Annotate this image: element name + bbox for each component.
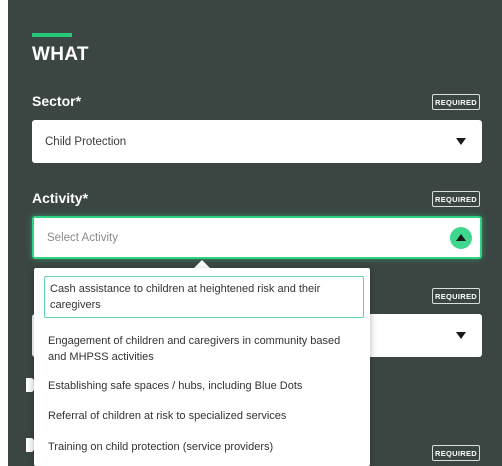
activity-dropdown-menu: Cash assistance to children at heightene…: [34, 268, 370, 466]
chevron-down-icon: [456, 332, 466, 339]
section-title: WHAT: [32, 44, 89, 65]
last-field-required-badge: REQUIRED: [432, 445, 480, 461]
activity-option[interactable]: Cash assistance to children at heightene…: [44, 276, 364, 318]
section-accent-bar: [32, 33, 72, 37]
activity-option[interactable]: Referral of children at risk to speciali…: [44, 408, 364, 424]
sector-select-value: Child Protection: [45, 135, 127, 148]
sector-required-badge: REQUIRED: [432, 94, 480, 110]
sector-select[interactable]: Child Protection: [32, 120, 482, 163]
chevron-down-icon: [456, 138, 466, 145]
next-field-required-badge: REQUIRED: [432, 288, 480, 304]
dropdown-pointer: [194, 260, 210, 268]
activity-required-badge: REQUIRED: [432, 191, 480, 207]
hidden-field-edge: [26, 438, 34, 452]
activity-option[interactable]: Establishing safe spaces / hubs, includi…: [44, 378, 364, 394]
sector-label: Sector*: [32, 93, 82, 109]
activity-option[interactable]: Training on child protection (service pr…: [44, 439, 364, 455]
chevron-up-icon[interactable]: [450, 227, 472, 249]
activity-select[interactable]: Select Activity: [32, 216, 482, 259]
activity-select-placeholder: Select Activity: [47, 231, 118, 244]
activity-label: Activity*: [32, 190, 89, 206]
hidden-field-edge: [26, 378, 34, 392]
activity-option[interactable]: Engagement of children and caregivers in…: [44, 333, 364, 365]
